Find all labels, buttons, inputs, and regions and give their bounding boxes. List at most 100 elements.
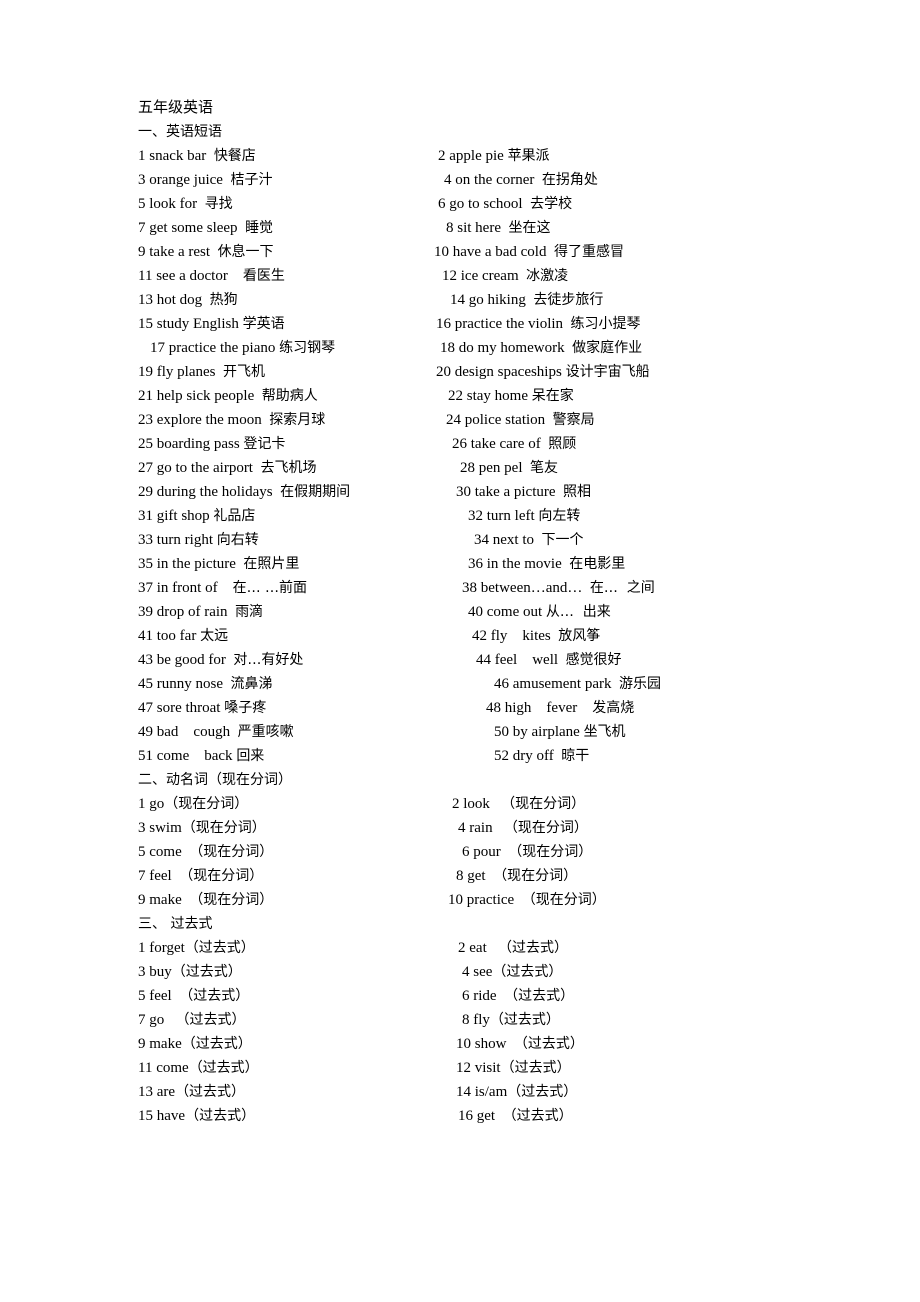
entry-english: 25 boarding pass [138, 436, 244, 452]
entry-english: 38 between…and… [462, 580, 590, 596]
entry-english: 12 visit [456, 1060, 501, 1076]
entry-english: 19 fly planes [138, 364, 223, 380]
entry-chinese: 去徒步旅行 [533, 292, 604, 308]
entry-right: 38 between…and… 在… 之间 [462, 576, 655, 600]
entry-row: 17 practice the piano 练习钢琴 18 do my homew… [138, 336, 830, 360]
entry-english: 34 next to [474, 532, 542, 548]
entry-english: 10 practice [448, 892, 522, 908]
entry-english: 41 too far [138, 628, 201, 644]
entry-chinese: （过去式） [502, 1108, 573, 1124]
entry-left: 5 look for 寻找 [138, 192, 233, 216]
entry-chinese: 雨滴 [235, 604, 264, 620]
entry-english: 15 study English [138, 316, 243, 332]
entry-row: 9 make（过去式） 10 show （过去式） [138, 1032, 830, 1056]
entry-chinese: 在… …前面 [232, 580, 308, 596]
entry-right: 48 high fever 发高烧 [486, 696, 634, 720]
entry-chinese: （过去式） [175, 1084, 246, 1100]
entry-left: 7 feel （现在分词） [138, 864, 263, 888]
entry-english: 16 get [458, 1108, 503, 1124]
entry-left: 15 study English 学英语 [138, 312, 285, 336]
section-heading-text: 一、英语短语 [138, 124, 222, 140]
entry-row: 11 come（过去式） 12 visit（过去式） [138, 1056, 830, 1080]
entry-chinese: 笔友 [529, 460, 558, 476]
entry-english: 24 police station [446, 412, 553, 428]
entry-english: 27 go to the airport [138, 460, 261, 476]
entry-left: 17 practice the piano 练习钢琴 [150, 336, 335, 360]
entry-right: 34 next to 下一个 [474, 528, 584, 552]
entry-right: 4 see（过去式） [462, 960, 562, 984]
entry-english: 3 orange juice [138, 172, 231, 188]
entry-english: 18 do my homework [440, 340, 573, 356]
entry-left: 13 hot dog 热狗 [138, 288, 238, 312]
entry-english: 2 look [452, 796, 502, 812]
entry-chinese: 帮助病人 [261, 388, 318, 404]
entry-english: 50 by airplane [494, 724, 584, 740]
entry-chinese: （过去式） [507, 1084, 578, 1100]
entry-right: 10 show （过去式） [456, 1032, 584, 1056]
entry-chinese: 礼品店 [213, 508, 256, 524]
entry-left: 15 have（过去式） [138, 1104, 255, 1128]
entry-left: 25 boarding pass 登记卡 [138, 432, 285, 456]
entry-right: 30 take a picture 照相 [456, 480, 591, 504]
entry-row: 23 explore the moon 探索月球 24 police statio… [138, 408, 830, 432]
entry-english: 31 gift shop [138, 508, 214, 524]
entry-left: 43 be good for 对…有好处 [138, 648, 303, 672]
entry-chinese: 发高烧 [592, 700, 635, 716]
entry-english: 11 see a doctor [138, 268, 243, 284]
entry-left: 1 go（现在分词） [138, 792, 248, 816]
entry-english: 52 dry off [494, 748, 562, 764]
entry-left: 31 gift shop 礼品店 [138, 504, 255, 528]
entry-english: 13 hot dog [138, 292, 210, 308]
entry-chinese: （过去式） [175, 1012, 246, 1028]
entry-left: 1 snack bar 快餐店 [138, 144, 256, 168]
entry-chinese: （过去式） [184, 940, 255, 956]
entry-left: 29 during the holidays 在假期期间 [138, 480, 350, 504]
entry-english: 23 explore the moon [138, 412, 270, 428]
entry-chinese: 向左转 [538, 508, 581, 524]
entry-row: 13 are（过去式） 14 is/am（过去式） [138, 1080, 830, 1104]
entry-english: 12 ice cream [442, 268, 527, 284]
entry-chinese: （过去式） [513, 1036, 584, 1052]
entry-chinese: 晾干 [561, 748, 590, 764]
entry-english: 49 bad cough [138, 724, 238, 740]
entry-right: 6 go to school 去学校 [438, 192, 572, 216]
entry-english: 48 high fever [486, 700, 593, 716]
entry-row: 1 go（现在分词） 2 look （现在分词） [138, 792, 830, 816]
entry-english: 8 sit here [446, 220, 509, 236]
entry-left: 5 come （现在分词） [138, 840, 273, 864]
entry-chinese: 桔子汁 [230, 172, 273, 188]
entry-chinese: 得了重感冒 [553, 244, 624, 260]
entry-chinese: 流鼻涕 [230, 676, 273, 692]
entry-english: 51 come back [138, 748, 237, 764]
entry-english: 9 make [138, 892, 190, 908]
entry-english: 7 get some sleep [138, 220, 246, 236]
document-title: 五年级英语 [138, 100, 214, 116]
entry-row: 37 in front of 在… …前面 38 between…and… 在… … [138, 576, 830, 600]
entry-english: 8 get [456, 868, 494, 884]
entry-left: 3 swim（现在分词） [138, 816, 266, 840]
entry-english: 35 in the picture [138, 556, 244, 572]
entry-chinese: （现在分词） [508, 844, 593, 860]
entry-english: 7 feel [138, 868, 180, 884]
entry-chinese: （现在分词） [493, 868, 578, 884]
entry-english: 11 come [138, 1060, 189, 1076]
entry-left: 7 go （过去式） [138, 1008, 246, 1032]
entry-right: 2 eat （过去式） [458, 936, 568, 960]
entry-row: 19 fly planes 开飞机 20 design spaceships 设计… [138, 360, 830, 384]
entry-chinese: 去飞机场 [260, 460, 317, 476]
entry-right: 10 practice （现在分词） [448, 888, 606, 912]
entry-left: 1 forget（过去式） [138, 936, 255, 960]
entry-left: 7 get some sleep 睡觉 [138, 216, 273, 240]
entry-english: 16 practice the violin [436, 316, 571, 332]
entry-right: 8 sit here 坐在这 [446, 216, 550, 240]
entry-chinese: （现在分词） [189, 844, 274, 860]
entry-english: 9 take a rest [138, 244, 218, 260]
entry-chinese: 在照片里 [243, 556, 300, 572]
entry-english: 10 show [456, 1036, 514, 1052]
entry-chinese: （过去式） [500, 1060, 571, 1076]
entry-right: 14 go hiking 去徒步旅行 [450, 288, 603, 312]
section-heading-text: 三、 过去式 [138, 916, 213, 932]
entry-english: 3 swim [138, 820, 182, 836]
entry-chinese: 苹果派 [507, 148, 550, 164]
entry-right: 26 take care of 照顾 [452, 432, 576, 456]
